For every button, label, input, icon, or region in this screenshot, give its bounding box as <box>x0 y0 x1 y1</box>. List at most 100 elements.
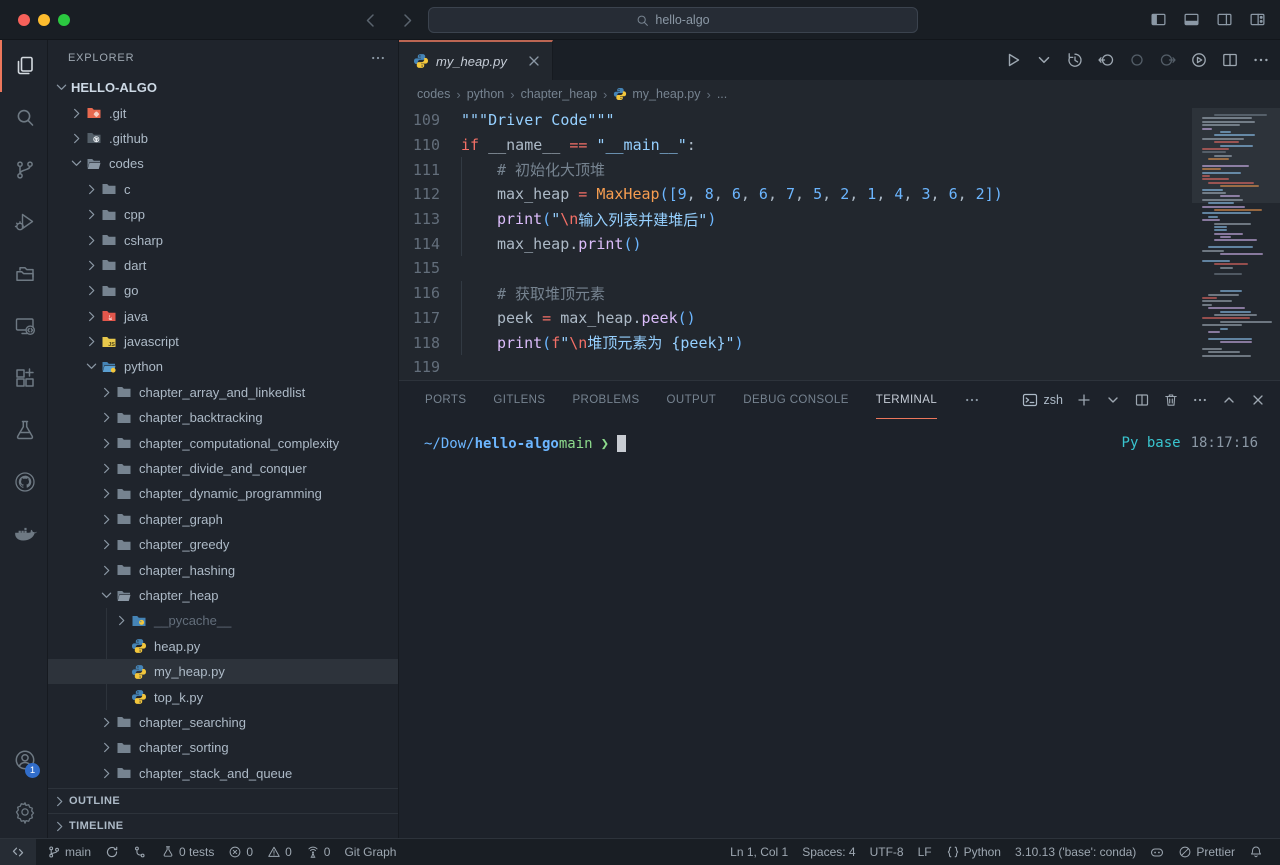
activity-item-github[interactable] <box>0 456 47 508</box>
terminal-profiles-icon[interactable] <box>1105 392 1121 408</box>
activity-item-docker[interactable] <box>0 508 47 560</box>
new-terminal-icon[interactable] <box>1076 392 1092 408</box>
tree-item-go[interactable]: go <box>48 278 398 303</box>
section-timeline[interactable]: TIMELINE <box>48 813 398 838</box>
status-encoding[interactable]: UTF-8 <box>863 839 911 865</box>
tree-item--github[interactable]: .github <box>48 126 398 151</box>
panel-tab-debug-console[interactable]: DEBUG CONSOLE <box>743 381 849 419</box>
activity-item-accounts[interactable]: 1 <box>0 734 47 786</box>
status-python-interpreter[interactable]: 3.10.13 ('base': conda) <box>1008 839 1143 865</box>
split-terminal-icon[interactable] <box>1134 392 1150 408</box>
status-notifications[interactable] <box>1242 839 1270 865</box>
tree-item-hello-algo[interactable]: HELLO-ALGO <box>48 75 398 100</box>
tree-item-chapter-heap[interactable]: chapter_heap <box>48 583 398 608</box>
maximize-panel-icon[interactable] <box>1221 392 1237 408</box>
status-eol[interactable]: LF <box>911 839 939 865</box>
breadcrumb-item-4[interactable]: ... <box>717 87 727 101</box>
panel-tab-terminal[interactable]: TERMINAL <box>876 381 937 419</box>
tree-item-python[interactable]: python <box>48 354 398 379</box>
toggle-panel-icon[interactable] <box>1183 11 1200 28</box>
panel-tab-output[interactable]: OUTPUT <box>667 381 717 419</box>
tree-item-javascript[interactable]: JSjavascript <box>48 329 398 354</box>
activity-item-extensions[interactable] <box>0 352 47 404</box>
status-indentation[interactable]: Spaces: 4 <box>795 839 862 865</box>
customize-layout-icon[interactable] <box>1249 11 1266 28</box>
section-outline[interactable]: OUTLINE <box>48 788 398 813</box>
tree-item-java[interactable]: java <box>48 304 398 329</box>
toggle-primary-sidebar-icon[interactable] <box>1150 11 1167 28</box>
tree-item-csharp[interactable]: csharp <box>48 227 398 252</box>
run-python-file-icon[interactable] <box>1004 51 1022 69</box>
tree-item-c[interactable]: c <box>48 177 398 202</box>
tree-item-chapter-computational-complexity[interactable]: chapter_computational_complexity <box>48 430 398 455</box>
status-git-branch[interactable]: main <box>40 839 98 865</box>
activity-item-remote-explorer[interactable] <box>0 300 47 352</box>
terminal-view[interactable]: ~/Dow/hello-algo main❯ Py base18:17:16 <box>399 419 1280 838</box>
tree-item-top-k-py[interactable]: top_k.py <box>48 684 398 709</box>
terminal-shell[interactable]: zsh <box>1022 392 1063 408</box>
run-dropdown-icon[interactable] <box>1035 51 1053 69</box>
panel-tab-gitlens[interactable]: GITLENS <box>493 381 545 419</box>
activity-item-source-control[interactable] <box>0 144 47 196</box>
tree-item--pycache-[interactable]: __pycache__ <box>48 608 398 633</box>
next-change-icon[interactable] <box>1159 51 1177 69</box>
split-editor-icon[interactable] <box>1221 51 1239 69</box>
tree-item-chapter-stack-and-queue[interactable]: chapter_stack_and_queue <box>48 761 398 786</box>
panel-tab-ports[interactable]: PORTS <box>425 381 466 419</box>
tree-item-chapter-graph[interactable]: chapter_graph <box>48 507 398 532</box>
nav-back-icon[interactable] <box>362 11 380 29</box>
tree-item-chapter-greedy[interactable]: chapter_greedy <box>48 532 398 557</box>
command-center-search[interactable]: hello-algo <box>428 7 918 33</box>
explorer-more-actions-icon[interactable] <box>370 50 386 66</box>
activity-item-project-manager[interactable] <box>0 248 47 300</box>
status-remote-indicator[interactable] <box>0 839 36 865</box>
tree-item-heap-py[interactable]: heap.py <box>48 634 398 659</box>
commit-graph-icon[interactable] <box>1190 51 1208 69</box>
breadcrumb-item-2[interactable]: chapter_heap <box>521 87 597 101</box>
close-tab-icon[interactable] <box>526 53 542 69</box>
panel-tabs-more-icon[interactable] <box>964 392 980 408</box>
zoom-window-button[interactable] <box>58 14 70 26</box>
activity-item-search[interactable] <box>0 92 47 144</box>
status-test-results[interactable]: 0 tests <box>154 839 221 865</box>
breadcrumb-item-3[interactable]: my_heap.py <box>613 87 700 101</box>
more-editor-actions-icon[interactable] <box>1252 51 1270 69</box>
tree-item-dart[interactable]: dart <box>48 253 398 278</box>
terminal-more-icon[interactable] <box>1192 392 1208 408</box>
status-problems-warnings[interactable]: 0 <box>260 839 299 865</box>
kill-terminal-icon[interactable] <box>1163 392 1179 408</box>
breadcrumb-item-0[interactable]: codes <box>417 87 450 101</box>
status-gitlens-graph[interactable] <box>126 839 154 865</box>
file-history-icon[interactable] <box>1066 51 1084 69</box>
status-ports[interactable]: 0 <box>299 839 338 865</box>
nav-forward-icon[interactable] <box>398 11 416 29</box>
code-editor[interactable]: 109"""Driver Code"""110if __name__ == "_… <box>399 108 1280 380</box>
breadcrumb-item-1[interactable]: python <box>467 87 505 101</box>
status-problems-errors[interactable]: 0 <box>221 839 260 865</box>
close-window-button[interactable] <box>18 14 30 26</box>
status-git-graph[interactable]: Git Graph <box>337 839 403 865</box>
tree-item-chapter-sorting[interactable]: chapter_sorting <box>48 735 398 760</box>
status-cursor-position[interactable]: Ln 1, Col 1 <box>723 839 795 865</box>
tree-item-chapter-divide-and-conquer[interactable]: chapter_divide_and_conquer <box>48 456 398 481</box>
status-copilot[interactable] <box>1143 839 1171 865</box>
status-prettier[interactable]: Prettier <box>1171 839 1242 865</box>
status-git-sync[interactable] <box>98 839 126 865</box>
tree-item--git[interactable]: .git <box>48 100 398 125</box>
tree-item-chapter-dynamic-programming[interactable]: chapter_dynamic_programming <box>48 481 398 506</box>
tree-item-chapter-array-and-linkedlist[interactable]: chapter_array_and_linkedlist <box>48 380 398 405</box>
tree-item-cpp[interactable]: cpp <box>48 202 398 227</box>
tree-item-my-heap-py[interactable]: my_heap.py <box>48 659 398 684</box>
previous-change-icon[interactable] <box>1097 51 1115 69</box>
toggle-secondary-sidebar-icon[interactable] <box>1216 11 1233 28</box>
minimap[interactable] <box>1192 108 1280 380</box>
tab-my-heap[interactable]: my_heap.py <box>399 40 553 80</box>
minimize-window-button[interactable] <box>38 14 50 26</box>
close-panel-icon[interactable] <box>1250 392 1266 408</box>
activity-item-run-and-debug[interactable] <box>0 196 47 248</box>
activity-item-settings[interactable] <box>0 786 47 838</box>
tree-item-codes[interactable]: codes <box>48 151 398 176</box>
activity-item-explorer[interactable] <box>0 40 47 92</box>
tree-item-chapter-hashing[interactable]: chapter_hashing <box>48 557 398 582</box>
tree-item-chapter-searching[interactable]: chapter_searching <box>48 710 398 735</box>
